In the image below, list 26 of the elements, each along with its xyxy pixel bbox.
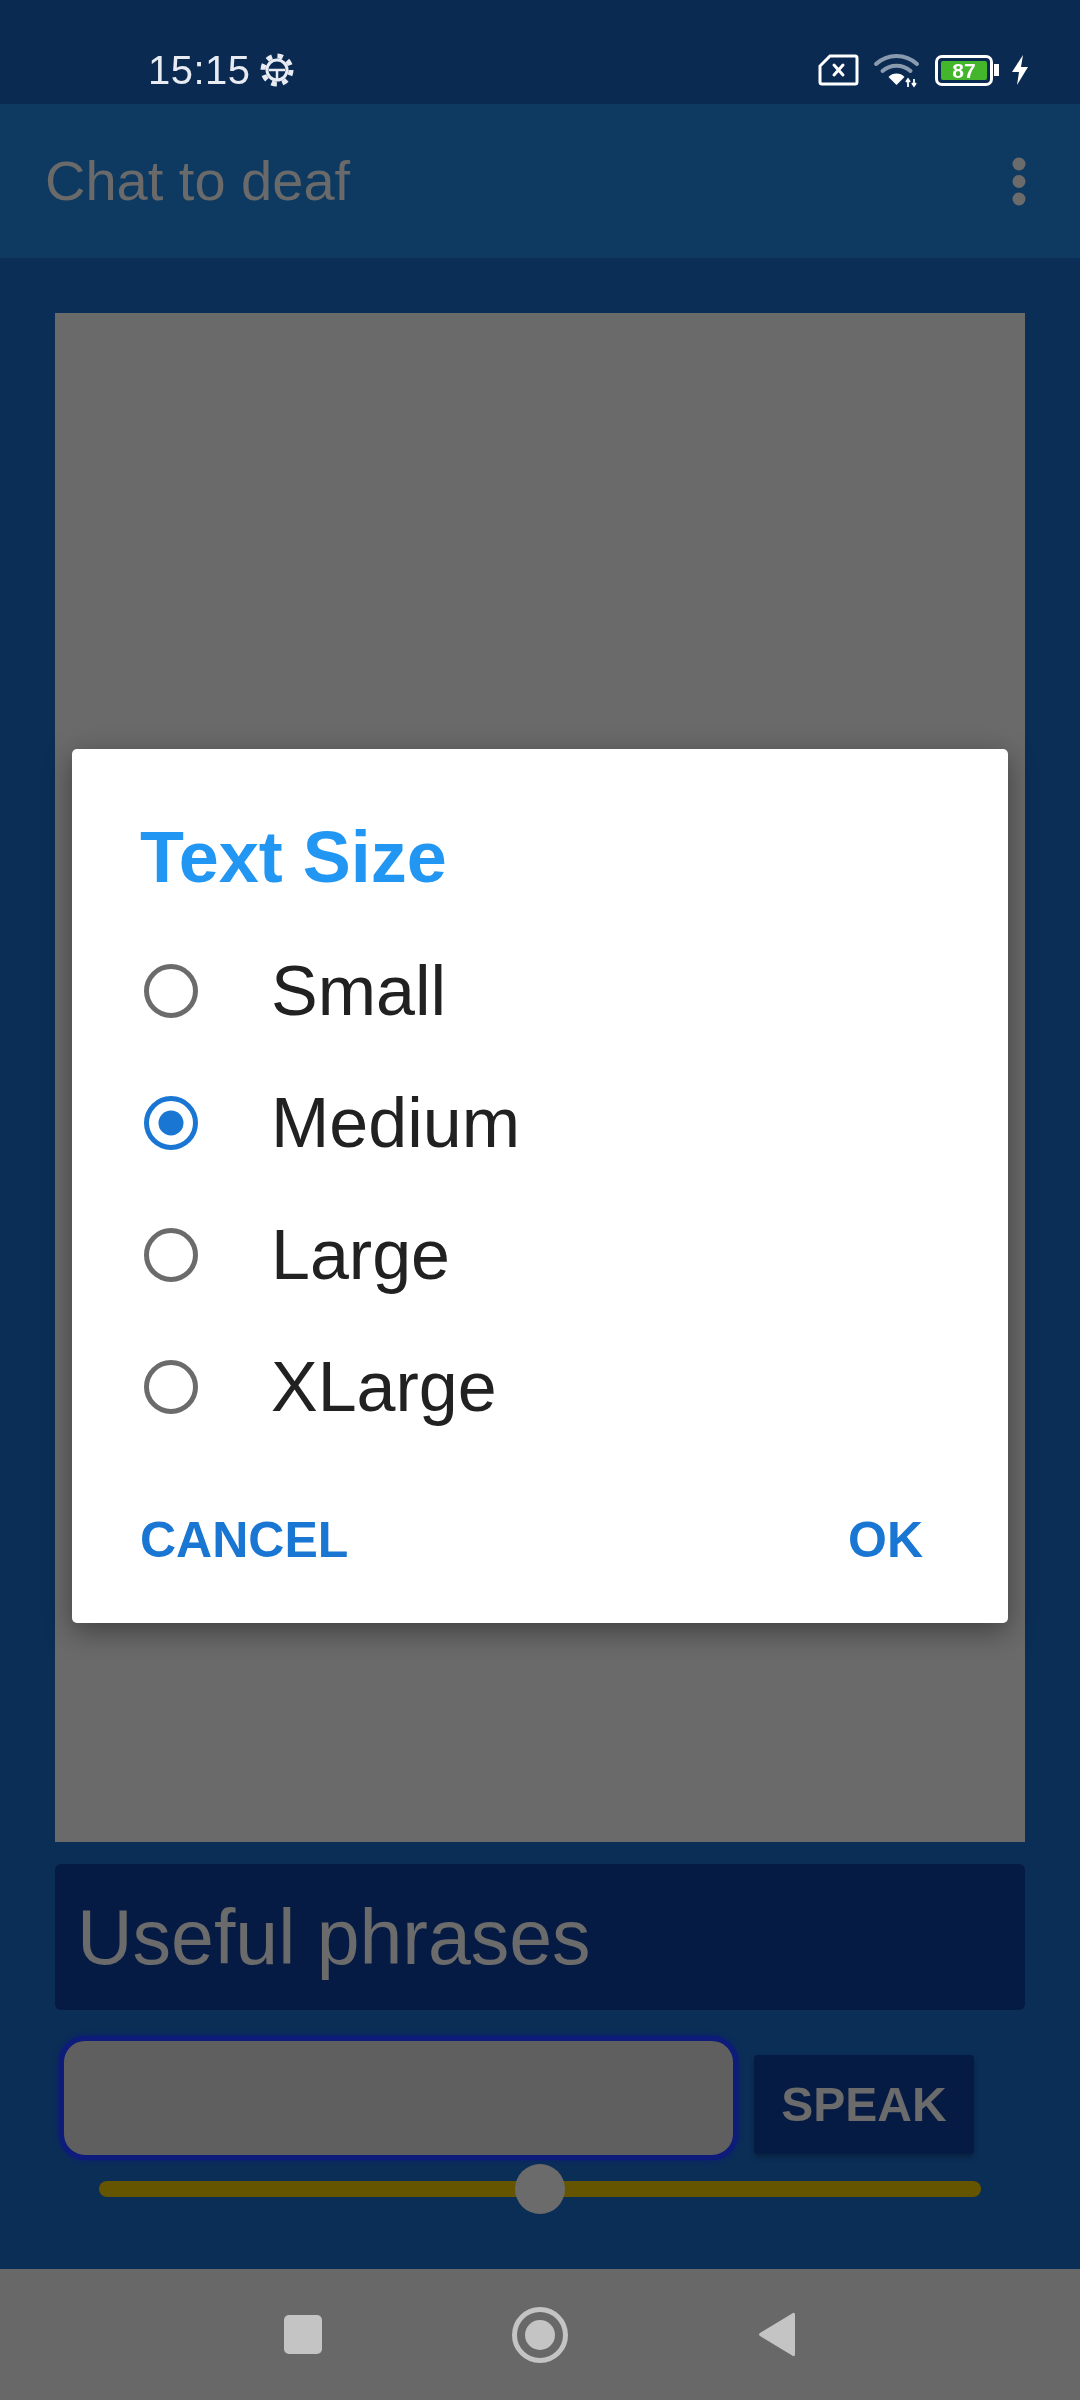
- slider-thumb[interactable]: [515, 2164, 565, 2214]
- gear-icon: [259, 53, 294, 87]
- option-label: Large: [271, 1215, 451, 1295]
- home-icon[interactable]: [512, 2306, 568, 2363]
- useful-phrases-button[interactable]: Useful phrases: [55, 1864, 1025, 2010]
- charging-bolt-icon: [1009, 54, 1031, 86]
- message-input-field[interactable]: [59, 2036, 738, 2160]
- app-title: Chat to deaf: [45, 149, 351, 213]
- dialog-button[interactable]: OK: [848, 1510, 923, 1570]
- clock-time: 15:15: [148, 48, 251, 92]
- dialog-button[interactable]: CANCEL: [140, 1510, 349, 1570]
- radio-button[interactable]: [144, 1096, 198, 1150]
- dialog-title: Text Size: [140, 822, 447, 892]
- option-label: XLarge: [271, 1347, 497, 1427]
- slider-track[interactable]: [99, 2164, 981, 2214]
- wifi-icon: [873, 52, 920, 88]
- back-icon[interactable]: [758, 2312, 795, 2357]
- battery-percent: 87: [941, 60, 987, 80]
- radio-button[interactable]: [144, 964, 198, 1018]
- option-label: Small: [271, 951, 447, 1031]
- no-sim-icon: [818, 54, 859, 86]
- overflow-menu-icon[interactable]: [1012, 156, 1026, 206]
- radio-button[interactable]: [144, 1228, 198, 1282]
- radio-button[interactable]: [144, 1360, 198, 1414]
- speak-button[interactable]: SPEAK: [754, 2055, 974, 2154]
- option-label: Medium: [271, 1083, 520, 1163]
